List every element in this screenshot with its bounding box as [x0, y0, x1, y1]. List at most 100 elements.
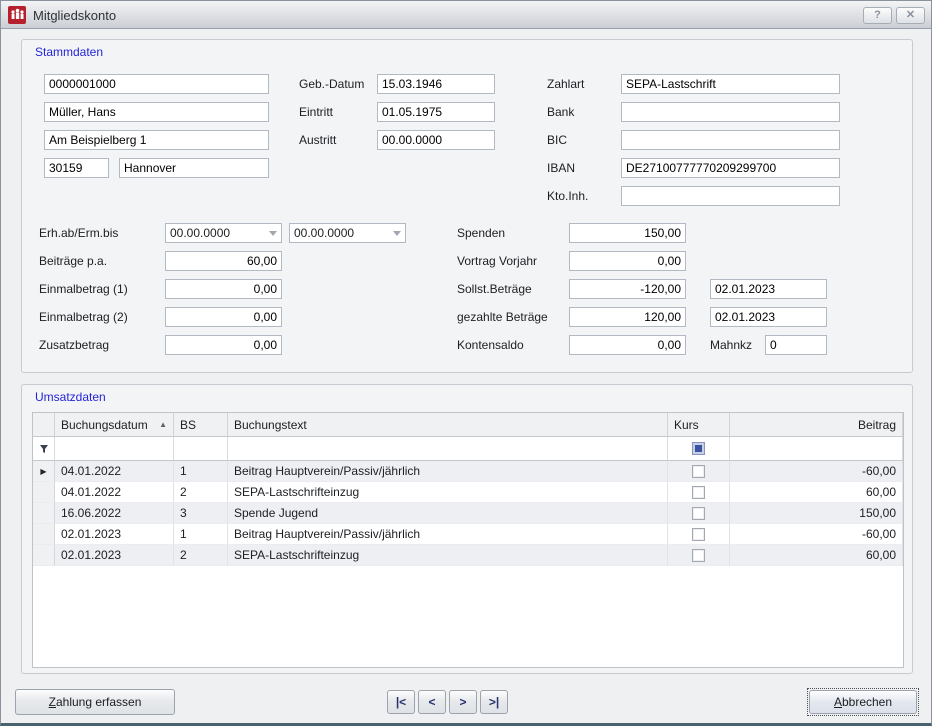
filter-buchungstext-cell[interactable] — [228, 437, 668, 461]
cell-bs: 1 — [174, 461, 228, 482]
kurs-checkbox[interactable] — [692, 465, 705, 478]
eintritt-label: Eintritt — [299, 102, 333, 122]
abbrechen-focus-outline: Abbrechen — [807, 688, 919, 716]
grid-header-bs[interactable]: BS — [174, 413, 228, 437]
sollst-betraege-label: Sollst.Beträge — [457, 279, 532, 299]
cell-bs: 2 — [174, 545, 228, 566]
spenden-field[interactable] — [569, 223, 686, 243]
cell-buchungstext: SEPA-Lastschrifteinzug — [228, 545, 668, 566]
bank-label: Bank — [547, 102, 574, 122]
beitrag-header-label: Beitrag — [858, 418, 896, 432]
sollst-betraege-date-field[interactable] — [710, 279, 827, 299]
zahlart-label: Zahlart — [547, 74, 584, 94]
nav-previous-button[interactable]: < — [418, 690, 446, 714]
combo-dropdown-icon[interactable] — [393, 231, 401, 236]
filter-icon — [33, 437, 55, 461]
sollst-betraege-field[interactable] — [569, 279, 686, 299]
grid-header-beitrag[interactable]: Beitrag — [730, 413, 903, 437]
vortrag-vorjahr-label: Vortrag Vorjahr — [457, 251, 537, 271]
member-account-window: Mitgliedskonto ? ✕ Stammdaten Geb.-Datum… — [0, 0, 932, 726]
filter-buchungsdatum-cell[interactable] — [55, 437, 174, 461]
geb-datum-field[interactable] — [377, 74, 495, 94]
zusatzbetrag-field[interactable] — [165, 335, 282, 355]
grid-header-buchungsdatum[interactable]: Buchungsdatum ▲ — [55, 413, 174, 437]
bank-field[interactable] — [621, 102, 840, 122]
cell-buchungsdatum: 16.06.2022 — [55, 503, 174, 524]
city-field[interactable] — [119, 158, 269, 178]
cell-beitrag: -60,00 — [730, 524, 903, 545]
cell-buchungstext: Beitrag Hauptverein/Passiv/jährlich — [228, 524, 668, 545]
iban-field[interactable] — [621, 158, 840, 178]
kurs-header-label: Kurs — [674, 418, 699, 432]
gezahlte-betraege-date-field[interactable] — [710, 307, 827, 327]
filter-beitrag-cell[interactable] — [730, 437, 903, 461]
combo-dropdown-icon[interactable] — [269, 231, 277, 236]
umsatzdaten-group-label: Umsatzdaten — [35, 390, 106, 404]
table-row[interactable]: 16.06.2022 3 Spende Jugend 150,00 — [33, 503, 903, 524]
table-row[interactable]: ▶ 04.01.2022 1 Beitrag Hauptverein/Passi… — [33, 461, 903, 482]
kontensaldo-label: Kontensaldo — [457, 335, 524, 355]
window-titlebar: Mitgliedskonto ? ✕ — [1, 1, 931, 29]
kurs-checkbox[interactable] — [692, 486, 705, 499]
eintritt-field[interactable] — [377, 102, 495, 122]
stammdaten-group-label: Stammdaten — [35, 45, 103, 59]
row-indicator-icon: ▶ — [40, 467, 46, 476]
nav-last-button[interactable]: >| — [480, 690, 508, 714]
gezahlte-betraege-label: gezahlte Beträge — [457, 307, 548, 327]
erh-ab-value: 00.00.0000 — [166, 224, 281, 242]
zahlart-field[interactable] — [621, 74, 840, 94]
grid-header-buchungstext[interactable]: Buchungstext — [228, 413, 668, 437]
einmalbetrag2-label: Einmalbetrag (2) — [39, 307, 128, 327]
cell-buchungstext: Beitrag Hauptverein/Passiv/jährlich — [228, 461, 668, 482]
zip-field[interactable] — [44, 158, 109, 178]
filter-bs-cell[interactable] — [174, 437, 228, 461]
help-button[interactable]: ? — [863, 7, 892, 24]
window-title: Mitgliedskonto — [33, 8, 116, 23]
erh-ab-combo[interactable]: 00.00.0000 — [165, 223, 282, 243]
austritt-label: Austritt — [299, 130, 336, 150]
filter-kurs-cell[interactable] — [668, 437, 730, 461]
sort-ascending-icon: ▲ — [159, 420, 167, 429]
kurs-checkbox[interactable] — [692, 549, 705, 562]
bookings-grid: Buchungsdatum ▲ BS Buchungstext Kurs Bei… — [32, 412, 904, 668]
member-name-field[interactable] — [44, 102, 269, 122]
bic-field[interactable] — [621, 130, 840, 150]
kontensaldo-field[interactable] — [569, 335, 686, 355]
kurs-checkbox[interactable] — [692, 528, 705, 541]
member-id-field[interactable] — [44, 74, 269, 94]
kurs-filter-checkbox[interactable] — [692, 442, 705, 455]
zusatzbetrag-label: Zusatzbetrag — [39, 335, 109, 355]
nav-next-button[interactable]: > — [449, 690, 477, 714]
einmalbetrag2-field[interactable] — [165, 307, 282, 327]
cell-buchungsdatum: 04.01.2022 — [55, 482, 174, 503]
mahnkz-field[interactable] — [765, 335, 827, 355]
geb-datum-label: Geb.-Datum — [299, 74, 364, 94]
table-row[interactable]: 02.01.2023 2 SEPA-Lastschrifteinzug 60,0… — [33, 545, 903, 566]
close-button[interactable]: ✕ — [896, 7, 925, 24]
kto-inh-label: Kto.Inh. — [547, 186, 588, 206]
einmalbetrag1-field[interactable] — [165, 279, 282, 299]
abbrechen-button[interactable]: Abbrechen — [809, 690, 917, 714]
cell-buchungstext: Spende Jugend — [228, 503, 668, 524]
kto-inh-field[interactable] — [621, 186, 840, 206]
vortrag-vorjahr-field[interactable] — [569, 251, 686, 271]
table-row[interactable]: 02.01.2023 1 Beitrag Hauptverein/Passiv/… — [33, 524, 903, 545]
austritt-field[interactable] — [377, 130, 495, 150]
grid-header-indicator — [33, 413, 55, 437]
cell-buchungsdatum: 02.01.2023 — [55, 524, 174, 545]
cell-buchungstext: SEPA-Lastschrifteinzug — [228, 482, 668, 503]
kurs-checkbox[interactable] — [692, 507, 705, 520]
erm-bis-combo[interactable]: 00.00.0000 — [289, 223, 406, 243]
grid-header-row: Buchungsdatum ▲ BS Buchungstext Kurs Bei… — [33, 413, 903, 437]
erh-ab-erm-bis-label: Erh.ab/Erm.bis — [39, 223, 118, 243]
grid-header-kurs[interactable]: Kurs — [668, 413, 730, 437]
street-field[interactable] — [44, 130, 269, 150]
abbrechen-label: Abbrechen — [834, 695, 892, 709]
cell-beitrag: -60,00 — [730, 461, 903, 482]
nav-first-button[interactable]: |< — [387, 690, 415, 714]
beitraege-pa-field[interactable] — [165, 251, 282, 271]
table-row[interactable]: 04.01.2022 2 SEPA-Lastschrifteinzug 60,0… — [33, 482, 903, 503]
zahlung-erfassen-button[interactable]: Zahlung erfassen — [15, 689, 175, 715]
mahnkz-label: Mahnkz — [710, 335, 752, 355]
gezahlte-betraege-field[interactable] — [569, 307, 686, 327]
